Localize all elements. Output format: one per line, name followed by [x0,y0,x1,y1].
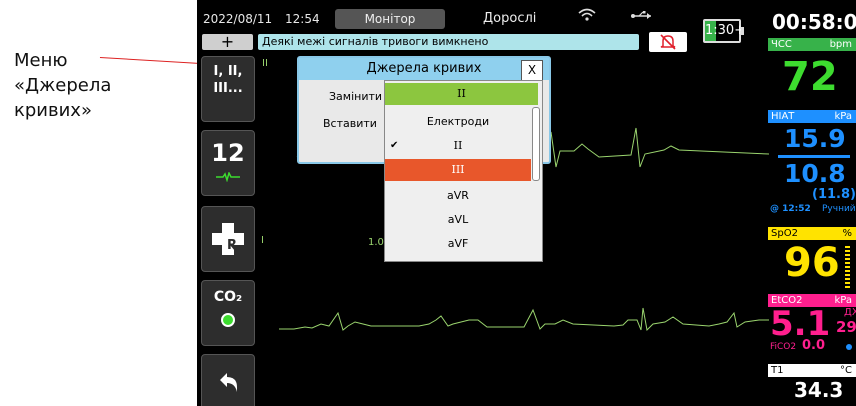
nibp-map: (11.8) [812,187,856,202]
hr-unit: bpm [829,39,852,50]
time-display: 12:54 [285,12,320,26]
alarm-off-icon [660,34,676,50]
nibp-label: НІАТ [771,111,795,122]
elapsed-clock: 00:58:01 [772,10,856,34]
mode-button[interactable]: Монітор [335,9,445,29]
monitor-screen: 2022/08/11 12:54 Монітор Дорослі 1:30+ 0… [197,0,856,406]
insert-label: Вставити [323,117,377,130]
wifi-icon [578,8,596,26]
spo2-label: SpO2 [771,228,798,239]
spo2-unit: % [842,228,852,239]
twelve-lead-button[interactable]: 12 [201,130,255,196]
hr-label: ЧСС [771,39,792,50]
battery-time: 1:30+ [705,23,746,38]
dropdown-item-II-label: II [453,139,463,152]
nibp-time: @ 12:52 [770,204,811,214]
vitals-panel: ЧСС bpm 72 НІАТ kPa 15.9 10.8 (11.8) @ 12:… [768,34,856,406]
callout-line-3: кривих» [14,100,92,121]
leads-label: I, II, III... [213,64,243,96]
checkmark-icon: ✔ [390,140,399,151]
nibp-header[interactable]: НІАТ kPa [768,110,856,123]
spo2-pleth-bar [845,246,850,288]
dropdown-item-aVL[interactable]: aVL [385,209,531,231]
temp-header[interactable]: T1 °C [768,364,856,377]
dropdown-selected-value[interactable]: II [385,83,538,105]
nibp-mode: Ручний [822,204,856,214]
add-button[interactable]: + [202,34,253,50]
etco2-unit: kPa [834,295,853,306]
co2-status-indicator [221,313,235,327]
back-arrow-icon [220,373,237,392]
ecg-trace-2 [279,307,769,332]
dropdown-item-II[interactable]: ✔ II [385,135,531,157]
rr-value: 29 [836,318,856,336]
nibp-unit: kPa [834,111,853,122]
temp-unit: °C [840,365,852,376]
therapy-button[interactable]: R [201,206,255,272]
temp-value: 34.3 [794,378,844,402]
ecg-mini-icon [216,170,240,183]
hr-header[interactable]: ЧСС bpm [768,38,856,51]
usb-icon [631,8,653,26]
dropdown-scrollbar[interactable] [532,107,540,181]
rr-label: ДХ [844,307,856,318]
battery-tip [741,27,744,35]
replace-label: Замінити [329,90,383,103]
hr-value: 72 [782,54,838,100]
back-button[interactable] [201,354,255,406]
leads-button[interactable]: I, II, III... [201,56,255,122]
alarm-message-bar: Деякі межі сигналів тривоги вимкнено [258,34,639,50]
co2-label: CO₂ [213,289,243,305]
callout-line-2: «Джерела [14,75,112,96]
dialog-close-button[interactable]: X [521,60,543,81]
medication-cross-icon: R [212,223,244,255]
dropdown-item-aVF[interactable]: aVF [385,233,531,255]
dropdown-item-aVR[interactable]: aVR [385,185,531,207]
nibp-diastolic: 10.8 [784,159,846,188]
status-bar: 2022/08/11 12:54 Монітор Дорослі [197,0,767,34]
alarm-silenced-button[interactable] [649,32,687,52]
nibp-divider [778,155,850,158]
fico2-label: FiCO2 [770,342,797,352]
spo2-header[interactable]: SpO2% [768,227,856,240]
menu-callout: Меню «Джерела кривих» [14,48,194,123]
patient-type[interactable]: Дорослі [483,11,536,26]
fico2-value: 0.0 [802,338,826,353]
battery-indicator: 1:30+ [703,19,745,43]
co2-button[interactable]: CO₂ [201,280,255,346]
spo2-value: 96 [784,240,840,286]
date-display: 2022/08/11 [203,12,273,26]
dropdown-item-electrodes[interactable]: Електроди [385,111,531,133]
waveform-source-dropdown[interactable]: II Електроди ✔ II III aVR aVL aVF [384,80,543,262]
dropdown-item-III[interactable]: III [385,159,531,181]
nibp-systolic: 15.9 [784,124,846,153]
breath-indicator [846,344,852,350]
twelve-lead-label: 12 [211,139,245,167]
temp-label: T1 [771,365,784,376]
dialog-title: Джерела кривих [299,58,549,80]
